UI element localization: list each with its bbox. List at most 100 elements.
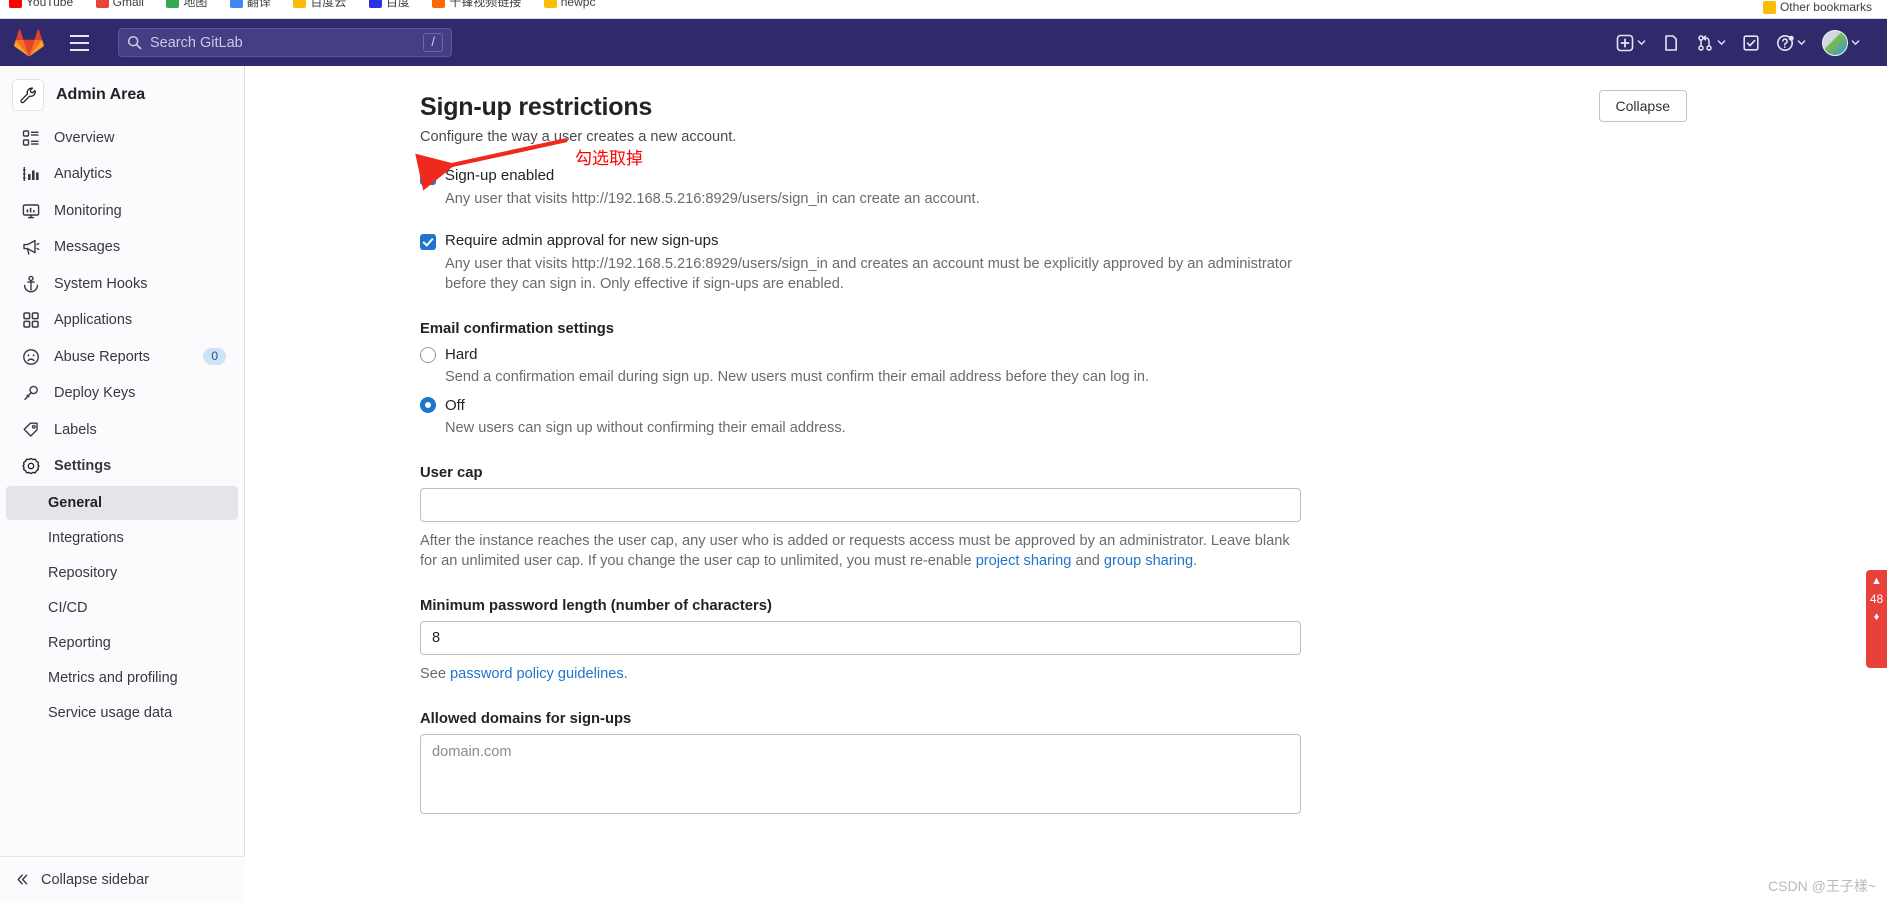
abuse-reports-icon xyxy=(23,348,39,365)
create-new-button[interactable] xyxy=(1611,27,1651,59)
signup-enabled-checkbox[interactable] xyxy=(420,169,436,185)
sidebar-subitem-label: Integrations xyxy=(48,529,124,546)
labels-icon xyxy=(23,422,38,437)
bookmark-item[interactable]: 翻译 xyxy=(229,0,271,10)
bookmark-item[interactable]: 地图 xyxy=(166,0,207,10)
todos-icon xyxy=(1743,34,1759,51)
sidebar-subitem-label: Reporting xyxy=(48,634,111,651)
email-confirmation-heading: Email confirmation settings xyxy=(420,321,615,338)
sidebar-subitem-reporting[interactable]: Reporting xyxy=(6,626,238,660)
sidebar-item-deploy-keys[interactable]: Deploy Keys xyxy=(6,376,238,410)
signup-enabled-label[interactable]: Sign-up enabled xyxy=(445,167,554,184)
gitlab-logo-icon[interactable] xyxy=(14,28,44,57)
admin-approval-label[interactable]: Require admin approval for new sign-ups xyxy=(445,232,718,249)
bookmark-item[interactable]: 千锋视频链接 xyxy=(432,0,521,10)
bookmark-item[interactable]: YouTube xyxy=(9,0,73,9)
bookmark-label: 千锋视频链接 xyxy=(449,0,522,9)
bookmark-label: 翻译 xyxy=(246,0,271,9)
sidebar-subitem-label: CI/CD xyxy=(48,599,88,616)
bookmark-item[interactable]: Gmail xyxy=(95,0,144,9)
settings-gear-icon xyxy=(22,457,40,475)
abuse-reports-badge: 0 xyxy=(203,348,226,365)
chevron-down-icon xyxy=(1637,40,1646,46)
sidebar-item-overview[interactable]: Overview xyxy=(6,121,238,155)
folder-icon xyxy=(1762,0,1776,14)
email-confirmation-hard-label[interactable]: Hard xyxy=(445,346,478,363)
avatar xyxy=(1822,29,1848,56)
sidebar-item-label: Messages xyxy=(54,239,121,255)
email-confirmation-hard-radio[interactable] xyxy=(420,346,436,363)
bookmark-item[interactable]: 百度云 xyxy=(293,0,346,10)
chevron-down-icon xyxy=(1797,40,1806,46)
sidebar-subitem-integrations[interactable]: Integrations xyxy=(6,521,238,555)
bookmark-item[interactable]: newpc xyxy=(543,0,595,9)
sidebar-subitem-repository[interactable]: Repository xyxy=(6,556,238,590)
sidebar-item-messages[interactable]: Messages xyxy=(6,230,238,264)
hamburger-menu-icon[interactable] xyxy=(64,28,94,58)
monitoring-icon xyxy=(22,203,40,218)
bookmark-favicon xyxy=(95,0,109,8)
user-cap-input[interactable] xyxy=(420,487,1301,522)
min-password-help: See password policy guidelines. xyxy=(420,664,1305,685)
bookmark-item[interactable]: 百度 xyxy=(368,0,410,10)
form-lead-text: Configure the way a user creates a new a… xyxy=(420,129,737,145)
watermark-text: CSDN @王子樣~ xyxy=(1768,878,1876,894)
sidebar-item-label: Abuse Reports xyxy=(54,348,150,365)
min-password-length-input[interactable] xyxy=(420,621,1301,656)
sidebar-item-label: Overview xyxy=(54,129,115,146)
sidebar-item-applications[interactable]: Applications xyxy=(6,303,238,337)
project-sharing-link[interactable]: project sharing xyxy=(976,553,1072,569)
user-cap-help-end: . xyxy=(1193,553,1198,570)
admin-approval-checkbox[interactable] xyxy=(420,233,436,250)
admin-approval-description: Any user that visits http://192.168.5.21… xyxy=(445,255,1292,293)
gitlab-top-navbar: Search GitLab / xyxy=(0,19,1887,66)
issues-icon xyxy=(1665,34,1677,51)
chevron-double-left-icon xyxy=(17,874,28,885)
floating-side-widget[interactable]: ▲ 48 ♦ xyxy=(1866,570,1887,668)
help-button[interactable] xyxy=(1771,27,1811,59)
deploy-keys-icon xyxy=(24,385,38,401)
bookmark-favicon xyxy=(229,0,243,8)
other-bookmarks-item[interactable]: Other bookmarks xyxy=(1762,0,1872,14)
sidebar-subitem-label: General xyxy=(48,494,102,511)
admin-approval-row: Require admin approval for new sign-ups xyxy=(420,232,1320,250)
todos-button[interactable] xyxy=(1737,27,1765,59)
sidebar-item-admin-area[interactable]: Admin Area xyxy=(0,72,244,118)
password-policy-guidelines-link[interactable]: password policy guidelines xyxy=(450,666,624,682)
user-cap-help: After the instance reaches the user cap,… xyxy=(420,531,1305,572)
bookmark-favicon xyxy=(368,0,382,8)
merge-requests-button[interactable] xyxy=(1691,27,1731,59)
email-confirmation-off-label[interactable]: Off xyxy=(445,397,465,414)
email-confirmation-off-row: Off xyxy=(420,397,1320,414)
applications-icon xyxy=(23,312,39,328)
sidebar-subitem-metrics-and-profiling[interactable]: Metrics and profiling xyxy=(6,661,238,695)
sidebar-item-analytics[interactable]: Analytics xyxy=(6,157,238,191)
group-sharing-link[interactable]: group sharing xyxy=(1104,553,1193,569)
sidebar-item-monitoring[interactable]: Monitoring xyxy=(6,194,238,228)
sidebar-item-label: System Hooks xyxy=(54,275,148,292)
sidebar-item-system-hooks[interactable]: System Hooks xyxy=(6,267,238,301)
bookmark-favicon xyxy=(9,0,22,8)
sidebar-subitem-label: Metrics and profiling xyxy=(48,669,178,686)
user-cap-label: User cap xyxy=(420,464,483,481)
overview-icon xyxy=(22,129,39,146)
collapse-sidebar-button[interactable]: Collapse sidebar xyxy=(0,856,245,902)
email-confirmation-off-radio[interactable] xyxy=(420,397,436,414)
sidebar-subitem-label: Service usage data xyxy=(48,704,173,721)
search-input[interactable]: Search GitLab / xyxy=(118,28,452,57)
user-menu-button[interactable] xyxy=(1817,27,1865,59)
allowed-domains-textarea[interactable] xyxy=(420,733,1301,814)
sidebar-item-abuse-reports[interactable]: Abuse Reports 0 xyxy=(6,340,238,374)
sidebar-item-label: Labels xyxy=(54,421,97,438)
sidebar-subitem-general[interactable]: General xyxy=(6,485,238,520)
collapse-section-button[interactable]: Collapse xyxy=(1598,90,1687,122)
chevron-down-icon xyxy=(1717,40,1726,46)
bookmark-favicon xyxy=(432,0,446,8)
issues-button[interactable] xyxy=(1657,27,1685,59)
email-confirmation-hard-row: Hard xyxy=(420,346,1320,363)
sidebar-subitem-service-usage-data[interactable]: Service usage data xyxy=(6,696,238,730)
sidebar-subitem-cicd[interactable]: CI/CD xyxy=(6,591,238,625)
sidebar-item-labels[interactable]: Labels xyxy=(6,413,238,447)
system-hooks-icon xyxy=(23,275,39,292)
sidebar-item-settings[interactable]: Settings xyxy=(6,449,238,483)
